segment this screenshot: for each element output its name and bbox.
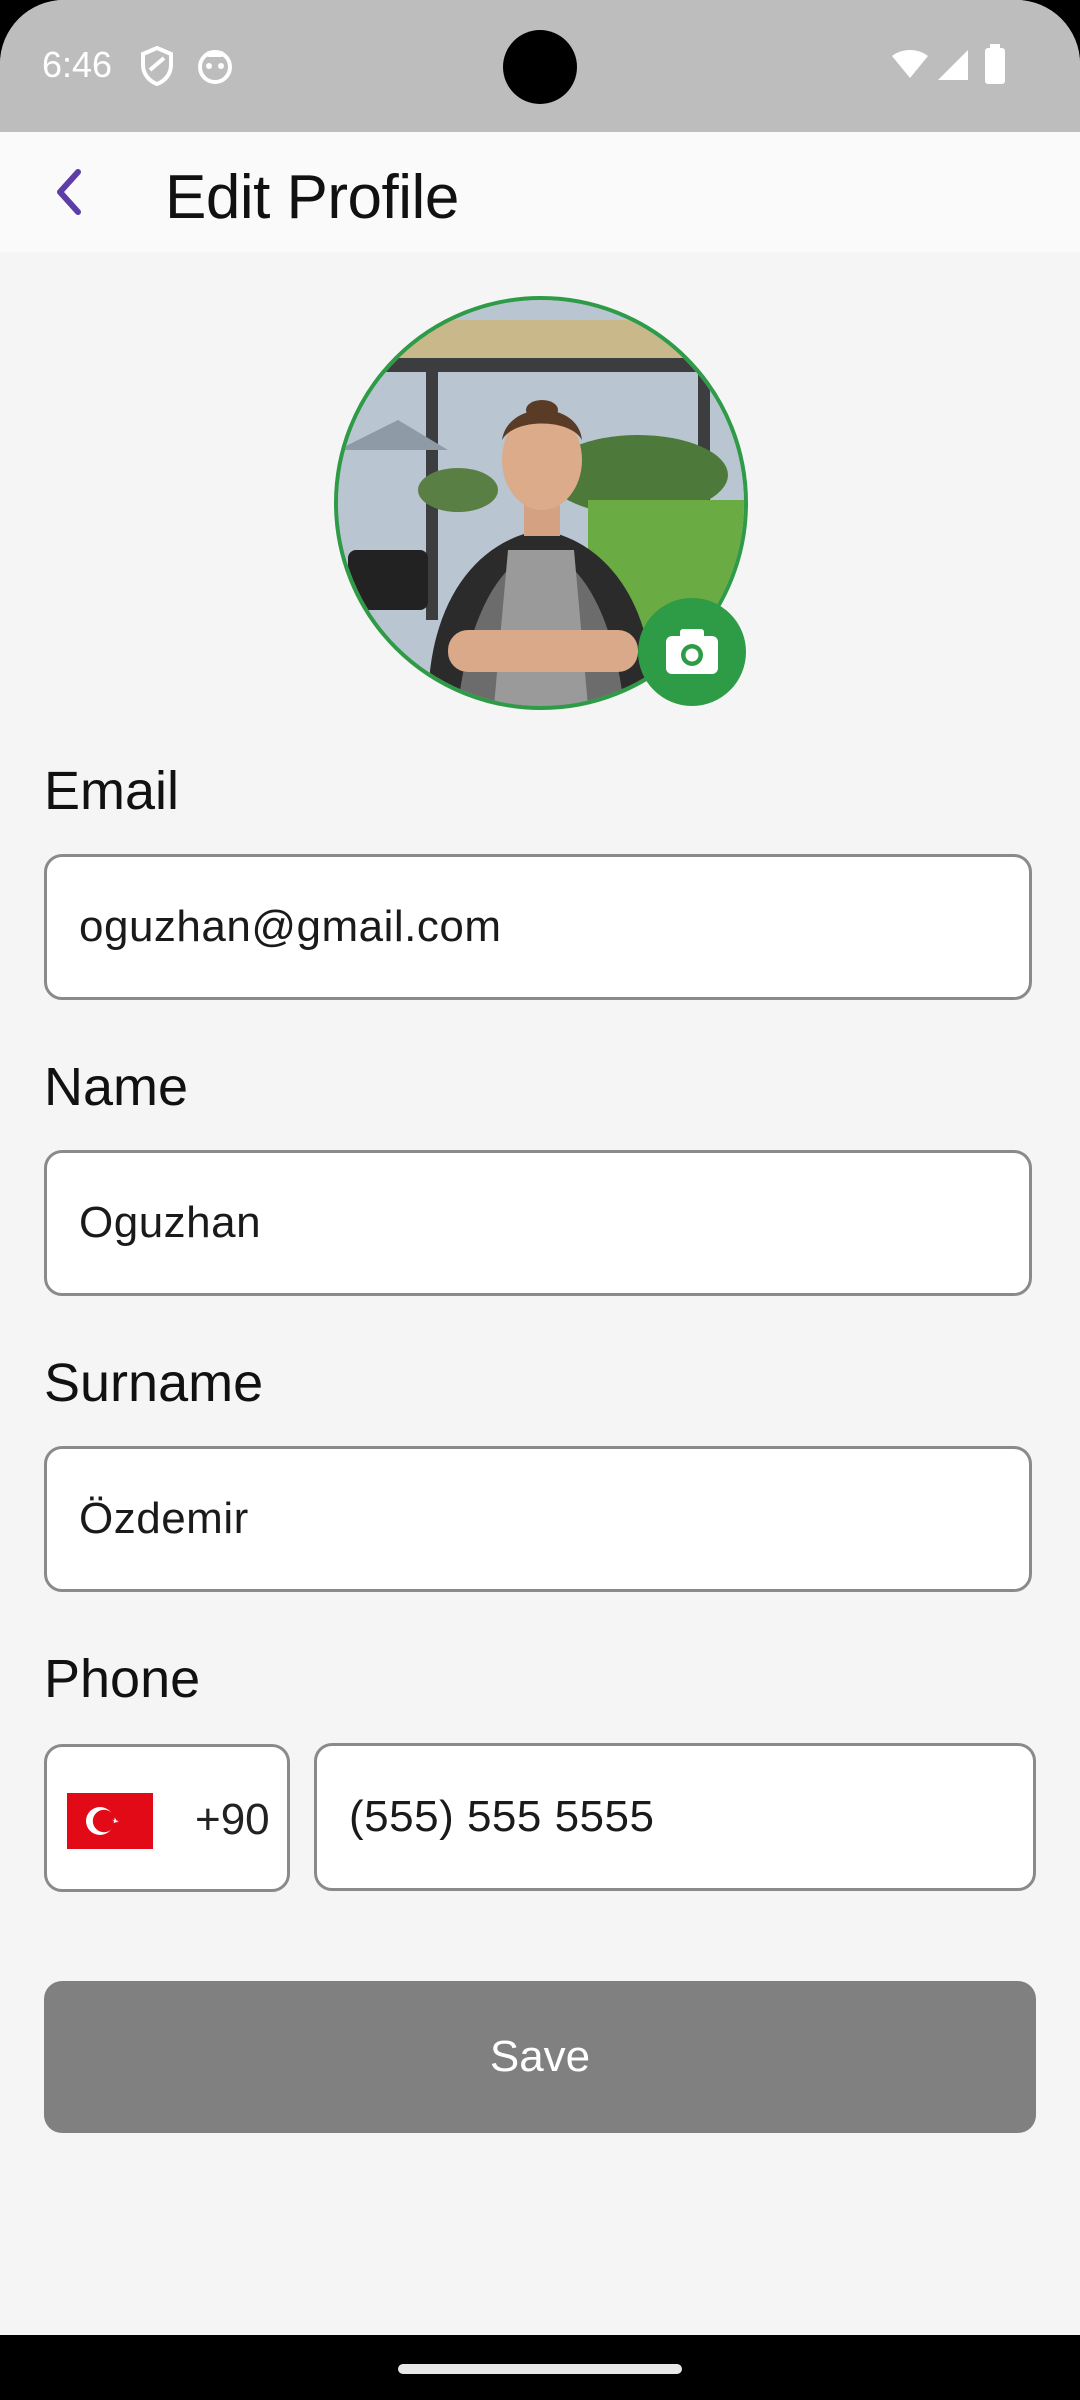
country-code-selector[interactable]: +90 bbox=[44, 1744, 290, 1892]
avatar-container bbox=[334, 296, 748, 710]
name-field[interactable] bbox=[44, 1150, 1032, 1296]
surname-label: Surname bbox=[44, 1353, 264, 1413]
phone-label: Phone bbox=[44, 1649, 201, 1709]
email-input[interactable] bbox=[79, 857, 979, 997]
chevron-left-icon[interactable] bbox=[40, 162, 100, 222]
surname-input[interactable] bbox=[79, 1449, 979, 1589]
status-time: 6:46 bbox=[42, 44, 113, 85]
wifi-icon bbox=[892, 50, 928, 78]
name-input[interactable] bbox=[79, 1153, 979, 1293]
status-bar: 6:46 bbox=[0, 0, 1080, 132]
dial-code: +90 bbox=[195, 1795, 270, 1844]
camera-icon bbox=[666, 629, 718, 674]
robot-icon bbox=[198, 50, 232, 84]
screen: 6:46 Edit Profile Email oguzhan@gmail.co… bbox=[0, 0, 1080, 2335]
phone-input[interactable] bbox=[349, 1746, 989, 1888]
gesture-nav-bar[interactable] bbox=[398, 2364, 682, 2374]
save-button[interactable]: Save bbox=[44, 1981, 1036, 2133]
change-photo-button[interactable] bbox=[638, 598, 746, 706]
turkey-flag-icon bbox=[67, 1793, 153, 1849]
front-camera bbox=[503, 30, 577, 104]
surname-field[interactable] bbox=[44, 1446, 1032, 1592]
name-label: Name bbox=[44, 1057, 189, 1117]
shield-icon bbox=[141, 46, 173, 86]
page-title: Edit Profile bbox=[165, 163, 459, 232]
battery-icon bbox=[985, 44, 1005, 84]
email-field[interactable] bbox=[44, 854, 1032, 1000]
phone-field[interactable] bbox=[314, 1743, 1036, 1891]
app-bar: Edit Profile bbox=[0, 132, 1080, 252]
email-label: Email bbox=[44, 761, 180, 821]
signal-icon bbox=[938, 50, 968, 80]
